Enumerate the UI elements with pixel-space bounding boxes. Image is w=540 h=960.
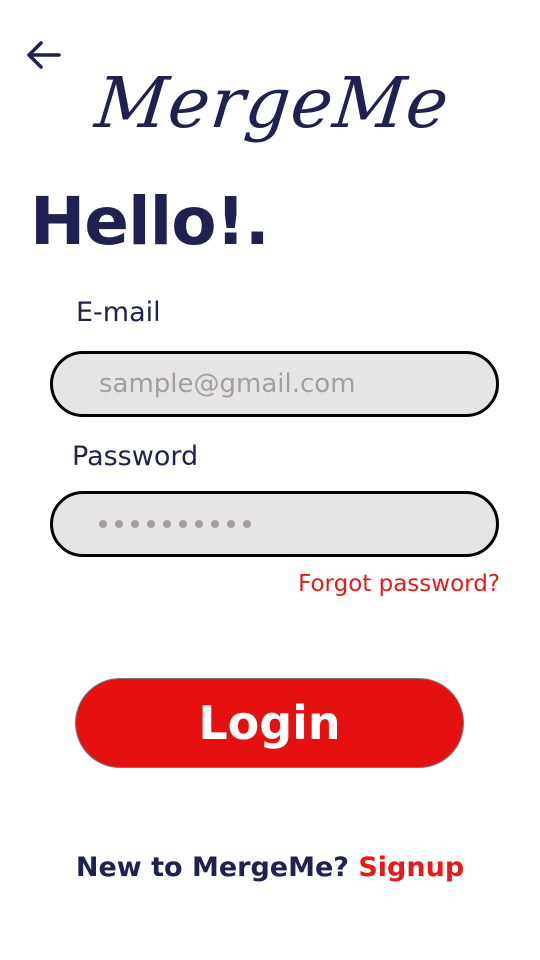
password-field[interactable] — [50, 491, 499, 557]
email-field-container — [50, 351, 499, 417]
password-dot — [227, 520, 235, 528]
login-button[interactable]: Login — [75, 678, 464, 768]
app-logo: MergeMe — [91, 62, 454, 144]
arrow-left-icon — [23, 38, 63, 76]
password-mask — [99, 494, 251, 554]
signup-row: New to MergeMe? Signup — [0, 848, 540, 888]
email-input[interactable] — [99, 369, 496, 399]
password-dot — [179, 520, 187, 528]
password-dot — [147, 520, 155, 528]
password-label: Password — [72, 441, 199, 472]
password-dot — [195, 520, 203, 528]
password-dot — [99, 520, 107, 528]
password-dot — [211, 520, 219, 528]
password-dot — [131, 520, 139, 528]
login-screen: MergeMe Hello!. E-mail Password Forgot p… — [0, 0, 540, 960]
greeting-heading: Hello!. — [30, 183, 270, 260]
forgot-password-link[interactable]: Forgot password? — [298, 568, 500, 600]
email-label: E-mail — [76, 297, 161, 328]
password-dot — [163, 520, 171, 528]
signup-prompt: New to MergeMe? — [75, 852, 359, 883]
password-dot — [243, 520, 251, 528]
signup-link[interactable]: Signup — [358, 852, 464, 883]
back-button[interactable] — [22, 38, 64, 76]
password-dot — [115, 520, 123, 528]
